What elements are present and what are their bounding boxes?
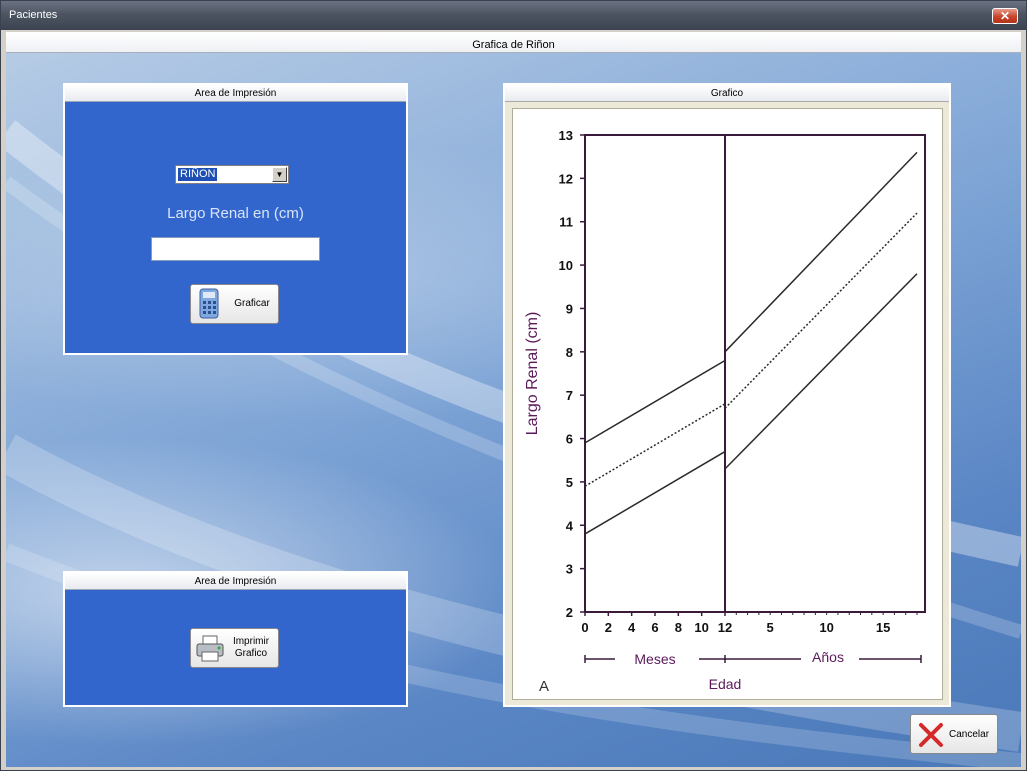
y-tick-label: 6: [566, 432, 573, 447]
y-tick-label: 10: [559, 258, 573, 273]
y-tick-label: 8: [566, 345, 573, 360]
largo-renal-label: Largo Renal en (cm): [167, 205, 304, 222]
y-tick-label: 9: [566, 301, 573, 316]
organ-select-value: RIÑON: [178, 168, 218, 181]
y-tick-label: 4: [566, 518, 574, 533]
series-line-months: [584, 359, 726, 444]
series-line-years: [724, 212, 918, 409]
title-bar[interactable]: Pacientes ✕: [1, 1, 1026, 30]
cancelar-button[interactable]: Cancelar: [910, 714, 998, 754]
print-panel-title: Area de Impresión: [65, 573, 406, 590]
organ-select[interactable]: RIÑON ▼: [175, 165, 289, 184]
imprimir-grafico-button[interactable]: Imprimir Grafico: [190, 628, 279, 668]
series-line-years: [724, 151, 918, 353]
series-line-months: [584, 450, 726, 535]
kidney-length-chart: 2345678910111213Largo Renal (cm)0 2 4 6 8 10 1…: [524, 128, 926, 695]
graph-area: 2 3 4 5 6 7 8 9 10 11 12 13 Largo Renal (cm) 0 2 4 6 8 10 1…: [512, 108, 943, 700]
x-tick-label: 5: [767, 620, 774, 635]
chevron-down-icon[interactable]: ▼: [272, 167, 287, 182]
grafico-label: Grafico: [234, 648, 268, 659]
y-tick-label: 7: [566, 388, 573, 403]
print-panel: Area de Impresión Imprimir Grafico: [63, 571, 408, 707]
x-tick-label: 4: [628, 620, 636, 635]
y-tick-label: 2: [566, 605, 573, 620]
x-tick-label: 2: [605, 620, 612, 635]
graficar-button-label: Graficar: [234, 298, 270, 309]
x-tick-label: 0: [581, 620, 588, 635]
corner-label: A: [539, 678, 549, 695]
imprimir-label: Imprimir: [232, 636, 270, 647]
printer-icon: [196, 635, 224, 662]
y-tick-label: 5: [566, 475, 573, 490]
largo-renal-input[interactable]: [151, 237, 320, 261]
meses-label: Meses: [634, 651, 675, 667]
calculator-icon: [199, 288, 219, 319]
anos-label: Años: [812, 649, 844, 665]
x-tick-label: 10: [819, 620, 833, 635]
y-tick-label: 13: [559, 128, 573, 143]
page-title: Grafica de Riñon: [6, 32, 1021, 53]
close-button[interactable]: ✕: [992, 8, 1018, 24]
series-line-months: [584, 403, 726, 487]
plot-frame: [584, 134, 926, 613]
y-tick-label: 3: [566, 562, 573, 577]
pacientes-window: Pacientes ✕ Grafica de Riñon Area de Imp…: [0, 0, 1027, 771]
y-axis-label: Largo Renal (cm): [524, 312, 541, 436]
window-title: Pacientes: [9, 9, 58, 21]
cancelar-label: Cancelar: [949, 729, 990, 740]
input-panel-title: Area de Impresión: [65, 85, 406, 102]
x-tick-label: 8: [675, 620, 682, 635]
x-tick-label: 10: [694, 620, 708, 635]
red-x-icon: [919, 723, 943, 747]
graph-panel-title: Grafico: [505, 85, 949, 102]
input-panel: Area de Impresión RIÑON ▼ Largo Renal en…: [63, 83, 408, 355]
graph-panel: Grafico 2 3 4 5 6 7 8 9 10 11 12 13 Largo Renal (cm)…: [503, 83, 951, 707]
y-tick-label: 11: [559, 215, 573, 230]
y-tick-label: 12: [559, 171, 573, 186]
x-axis-label: Edad: [709, 676, 742, 692]
x-tick-label: 12: [718, 620, 732, 635]
client-area: Grafica de Riñon Area de Impresión RIÑON…: [6, 32, 1021, 767]
x-tick-label: 15: [876, 620, 890, 635]
series-line-years: [724, 273, 918, 470]
x-tick-label: 6: [651, 620, 658, 635]
graficar-button[interactable]: Graficar: [190, 284, 279, 324]
